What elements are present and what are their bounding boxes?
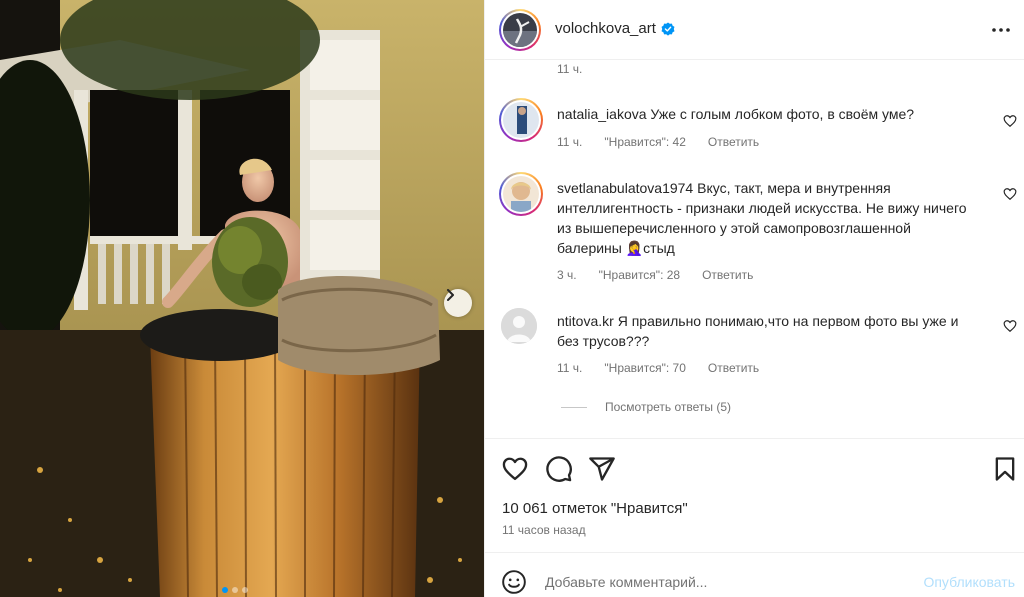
post-sidebar: volochkova_art 11 ч. natalia_iakova Уже …: [484, 0, 1024, 597]
heart-icon[interactable]: [501, 455, 529, 483]
comment-likes[interactable]: "Нравится": 28: [599, 268, 681, 282]
comment-time: 11 ч.: [557, 361, 583, 375]
commenter-avatar[interactable]: [499, 98, 543, 142]
comment-meta: 3 ч. "Нравится": 28 Ответить: [557, 268, 753, 282]
replies-divider: [561, 406, 587, 408]
publish-button[interactable]: Опубликовать: [923, 574, 1015, 590]
reply-button[interactable]: Ответить: [708, 361, 759, 375]
commenter-avatar[interactable]: [501, 308, 537, 344]
share-icon[interactable]: [588, 455, 616, 483]
photo-scene: [0, 0, 484, 597]
reply-button[interactable]: Ответить: [702, 268, 753, 282]
heart-icon[interactable]: [1003, 187, 1017, 201]
emoji-icon[interactable]: [501, 569, 527, 595]
commenter-avatar[interactable]: [499, 172, 543, 216]
chevron-right-icon: [447, 289, 454, 301]
avatar-image: [503, 13, 537, 47]
avatar-image: [503, 176, 539, 212]
commenter-username[interactable]: svetlanabulatova1974: [557, 180, 693, 196]
carousel-dot: [232, 587, 238, 593]
comment-icon[interactable]: [545, 455, 573, 483]
comment-text: Я правильно понимаю,что на первом фото в…: [557, 313, 959, 349]
view-replies-button[interactable]: Посмотреть ответы (5): [561, 400, 731, 414]
carousel-dots: [222, 587, 248, 593]
default-avatar-icon: [501, 308, 537, 344]
comment-input[interactable]: [545, 567, 885, 597]
add-comment-bar: Опубликовать: [485, 552, 1024, 597]
comment-text-block: natalia_iakova Уже с голым лобком фото, …: [557, 104, 977, 124]
comment-text-block: svetlanabulatova1974 Вкус, такт, мера и …: [557, 178, 977, 258]
comment-text: Уже с голым лобком фото, в своём уме?: [650, 106, 915, 122]
view-replies-label[interactable]: Посмотреть ответы (5): [605, 400, 731, 414]
comment-likes[interactable]: "Нравится": 42: [604, 135, 686, 149]
post-header: volochkova_art: [485, 0, 1024, 60]
heart-icon[interactable]: [1003, 319, 1017, 333]
commenter-username[interactable]: ntitova.kr: [557, 313, 614, 329]
action-bar: [485, 438, 1024, 498]
more-icon[interactable]: [989, 18, 1013, 42]
likes-count[interactable]: 10 061 отметок "Нравится": [502, 500, 688, 517]
comment-likes[interactable]: "Нравится": 70: [604, 361, 686, 375]
caption-time: 11 ч.: [557, 62, 583, 76]
carousel-dot-active: [222, 587, 228, 593]
comment-time: 11 ч.: [557, 135, 583, 149]
next-photo-button[interactable]: [444, 289, 472, 317]
heart-icon[interactable]: [1003, 114, 1017, 128]
post-photo[interactable]: [0, 0, 484, 597]
verified-icon: [661, 21, 675, 36]
comment-meta: 11 ч. "Нравится": 70 Ответить: [557, 361, 759, 375]
comment-time: 3 ч.: [557, 268, 577, 282]
commenter-username[interactable]: natalia_iakova: [557, 106, 647, 122]
post-timestamp[interactable]: 11 часов назад: [502, 523, 586, 537]
author-username-text[interactable]: volochkova_art: [555, 20, 656, 37]
author-username[interactable]: volochkova_art: [555, 20, 675, 37]
author-avatar[interactable]: [499, 9, 541, 51]
comment-meta: 11 ч. "Нравится": 42 Ответить: [557, 135, 759, 149]
comment-text-block: ntitova.kr Я правильно понимаю,что на пе…: [557, 311, 977, 351]
bookmark-icon[interactable]: [991, 455, 1019, 483]
carousel-dot: [242, 587, 248, 593]
reply-button[interactable]: Ответить: [708, 135, 759, 149]
avatar-image: [503, 102, 539, 138]
